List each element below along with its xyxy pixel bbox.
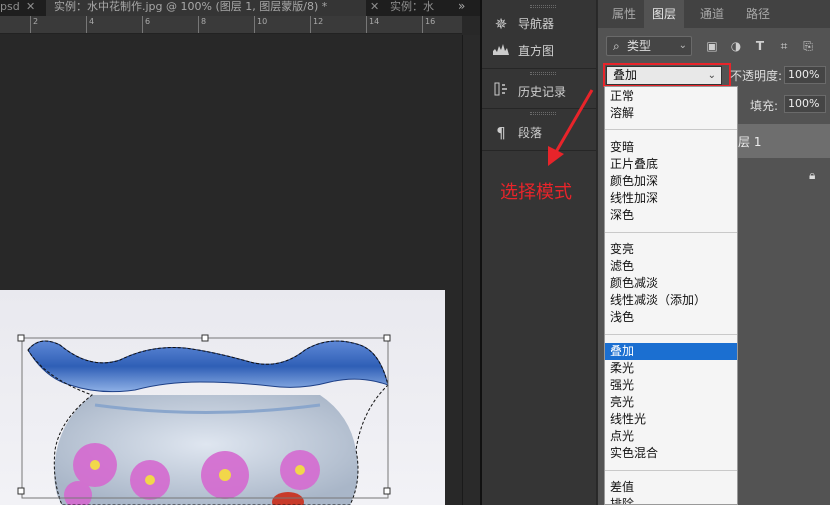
- blend-option[interactable]: 差值: [605, 479, 737, 496]
- blend-option[interactable]: 点光: [605, 428, 737, 445]
- document-canvas[interactable]: [0, 35, 462, 505]
- history-icon: [490, 80, 512, 104]
- blend-option[interactable]: 正常: [605, 88, 737, 105]
- tab-label: psd: [0, 0, 20, 13]
- shape-filter-icon[interactable]: ⌗: [776, 38, 792, 54]
- blend-option[interactable]: 亮光: [605, 394, 737, 411]
- panel-item-label: 历史记录: [518, 85, 567, 99]
- panel-grip[interactable]: [530, 72, 556, 75]
- type-filter-icon[interactable]: T: [752, 38, 768, 54]
- blend-option[interactable]: 正片叠底: [605, 156, 737, 173]
- navigator-icon: ✵: [494, 15, 508, 33]
- ruler-label: 4: [89, 17, 95, 26]
- document-tab-bar: psd ✕ 实例：水中花制作.jpg @ 100% (图层 1, 图层蒙版/8)…: [0, 0, 480, 16]
- blend-option[interactable]: 线性加深: [605, 190, 737, 207]
- blend-option[interactable]: 变暗: [605, 139, 737, 156]
- blend-mode-row: 叠加 ⌄ 不透明度: 100%: [603, 63, 830, 87]
- vertical-scrollbar[interactable]: [462, 35, 480, 505]
- blend-option[interactable]: 线性光: [605, 411, 737, 428]
- tab-overflow-icon[interactable]: »: [458, 0, 465, 13]
- blend-option[interactable]: 排除: [605, 496, 737, 504]
- document-tab-active[interactable]: 实例：水中花制作.jpg @ 100% (图层 1, 图层蒙版/8) *: [46, 0, 366, 16]
- tab-paths[interactable]: 路径: [738, 0, 778, 28]
- document-tab-next[interactable]: 实例：水: [382, 0, 452, 16]
- panel-item-history[interactable]: 历史记录: [490, 80, 590, 104]
- blend-mode-dropdown: 正常 溶解 变暗 正片叠底 颜色加深 线性加深 深色 变亮 滤色 颜色减淡 线性…: [604, 86, 738, 505]
- panel-item-label: 导航器: [518, 17, 555, 31]
- layer-name: 层 1: [738, 135, 762, 149]
- ruler-label: 16: [425, 17, 436, 26]
- layer-row[interactable]: 层 1: [738, 124, 830, 158]
- close-icon[interactable]: ✕: [370, 0, 379, 13]
- fill-label: 填充:: [750, 99, 779, 113]
- fishbowl-illustration: [17, 334, 391, 505]
- panel-item-label: 直方图: [518, 44, 555, 58]
- lock-icon[interactable]: 🔒︎: [809, 168, 823, 182]
- panel-item-histogram[interactable]: 直方图: [490, 39, 590, 63]
- histogram-icon: [490, 39, 512, 63]
- tab-channels[interactable]: 通道: [692, 0, 732, 28]
- ruler-label: 12: [313, 17, 324, 26]
- ruler-label: 6: [145, 17, 151, 26]
- blend-option-selected[interactable]: 叠加: [605, 343, 737, 360]
- layer-filter-select[interactable]: ⌕ 类型 ⌄: [606, 36, 692, 56]
- blend-option[interactable]: 滤色: [605, 258, 737, 275]
- close-icon[interactable]: ✕: [26, 0, 35, 13]
- blend-option[interactable]: 溶解: [605, 105, 737, 122]
- opacity-field[interactable]: 100%: [784, 66, 826, 84]
- ruler-label: 14: [369, 17, 380, 26]
- blend-option[interactable]: 强光: [605, 377, 737, 394]
- horizontal-ruler: 2 4 6 8 10 12 14 16: [0, 16, 462, 34]
- opacity-label: 不透明度:: [730, 69, 783, 83]
- blend-option[interactable]: 浅色: [605, 309, 737, 326]
- ruler-label: 2: [33, 17, 39, 26]
- layer-filter-row: ⌕ 类型 ⌄ ▣ ◑ T ⌗ ⎘: [606, 36, 828, 58]
- tab-label: 实例：水: [390, 0, 434, 13]
- adjustment-filter-icon[interactable]: ◑: [728, 38, 744, 54]
- blend-option[interactable]: 实色混合: [605, 445, 737, 462]
- ruler-label: 8: [201, 17, 207, 26]
- blend-option[interactable]: 线性减淡（添加）: [605, 292, 737, 309]
- blend-option[interactable]: 变亮: [605, 241, 737, 258]
- panel-grip[interactable]: [530, 5, 556, 8]
- panel-item-label: 段落: [518, 126, 543, 140]
- fishbowl-image: [0, 290, 445, 505]
- tab-layers[interactable]: 图层: [644, 0, 685, 28]
- smart-object-filter-icon[interactable]: ⎘: [800, 38, 816, 54]
- panel-item-navigator[interactable]: ✵ 导航器: [490, 12, 590, 36]
- paragraph-icon: ¶: [496, 124, 506, 142]
- filter-label: 类型: [627, 39, 652, 53]
- chevron-down-icon: ⌄: [678, 40, 687, 51]
- panel-grip[interactable]: [530, 112, 556, 115]
- annotation-label: 选择模式: [500, 182, 572, 203]
- annotation-highlight-box: [603, 63, 731, 87]
- blend-option[interactable]: 颜色加深: [605, 173, 737, 190]
- blend-option[interactable]: 深色: [605, 207, 737, 224]
- search-icon: ⌕: [613, 39, 620, 53]
- image-filter-icon[interactable]: ▣: [704, 38, 720, 54]
- collapsed-panel-column: ✵ 导航器 直方图 历史记录 ¶ 段落: [482, 0, 596, 505]
- document-tab-psd[interactable]: psd: [0, 0, 20, 16]
- panel-tab-bar: 属性 图层 通道 路径: [598, 0, 830, 28]
- blend-option[interactable]: 颜色减淡: [605, 275, 737, 292]
- tab-label: 实例：水中花制作.jpg @ 100% (图层 1, 图层蒙版/8) *: [54, 0, 328, 13]
- panel-item-paragraph[interactable]: ¶ 段落: [490, 121, 590, 145]
- ruler-label: 10: [257, 17, 268, 26]
- tab-properties[interactable]: 属性: [604, 0, 644, 28]
- blend-option[interactable]: 柔光: [605, 360, 737, 377]
- fill-field[interactable]: 100%: [784, 95, 826, 113]
